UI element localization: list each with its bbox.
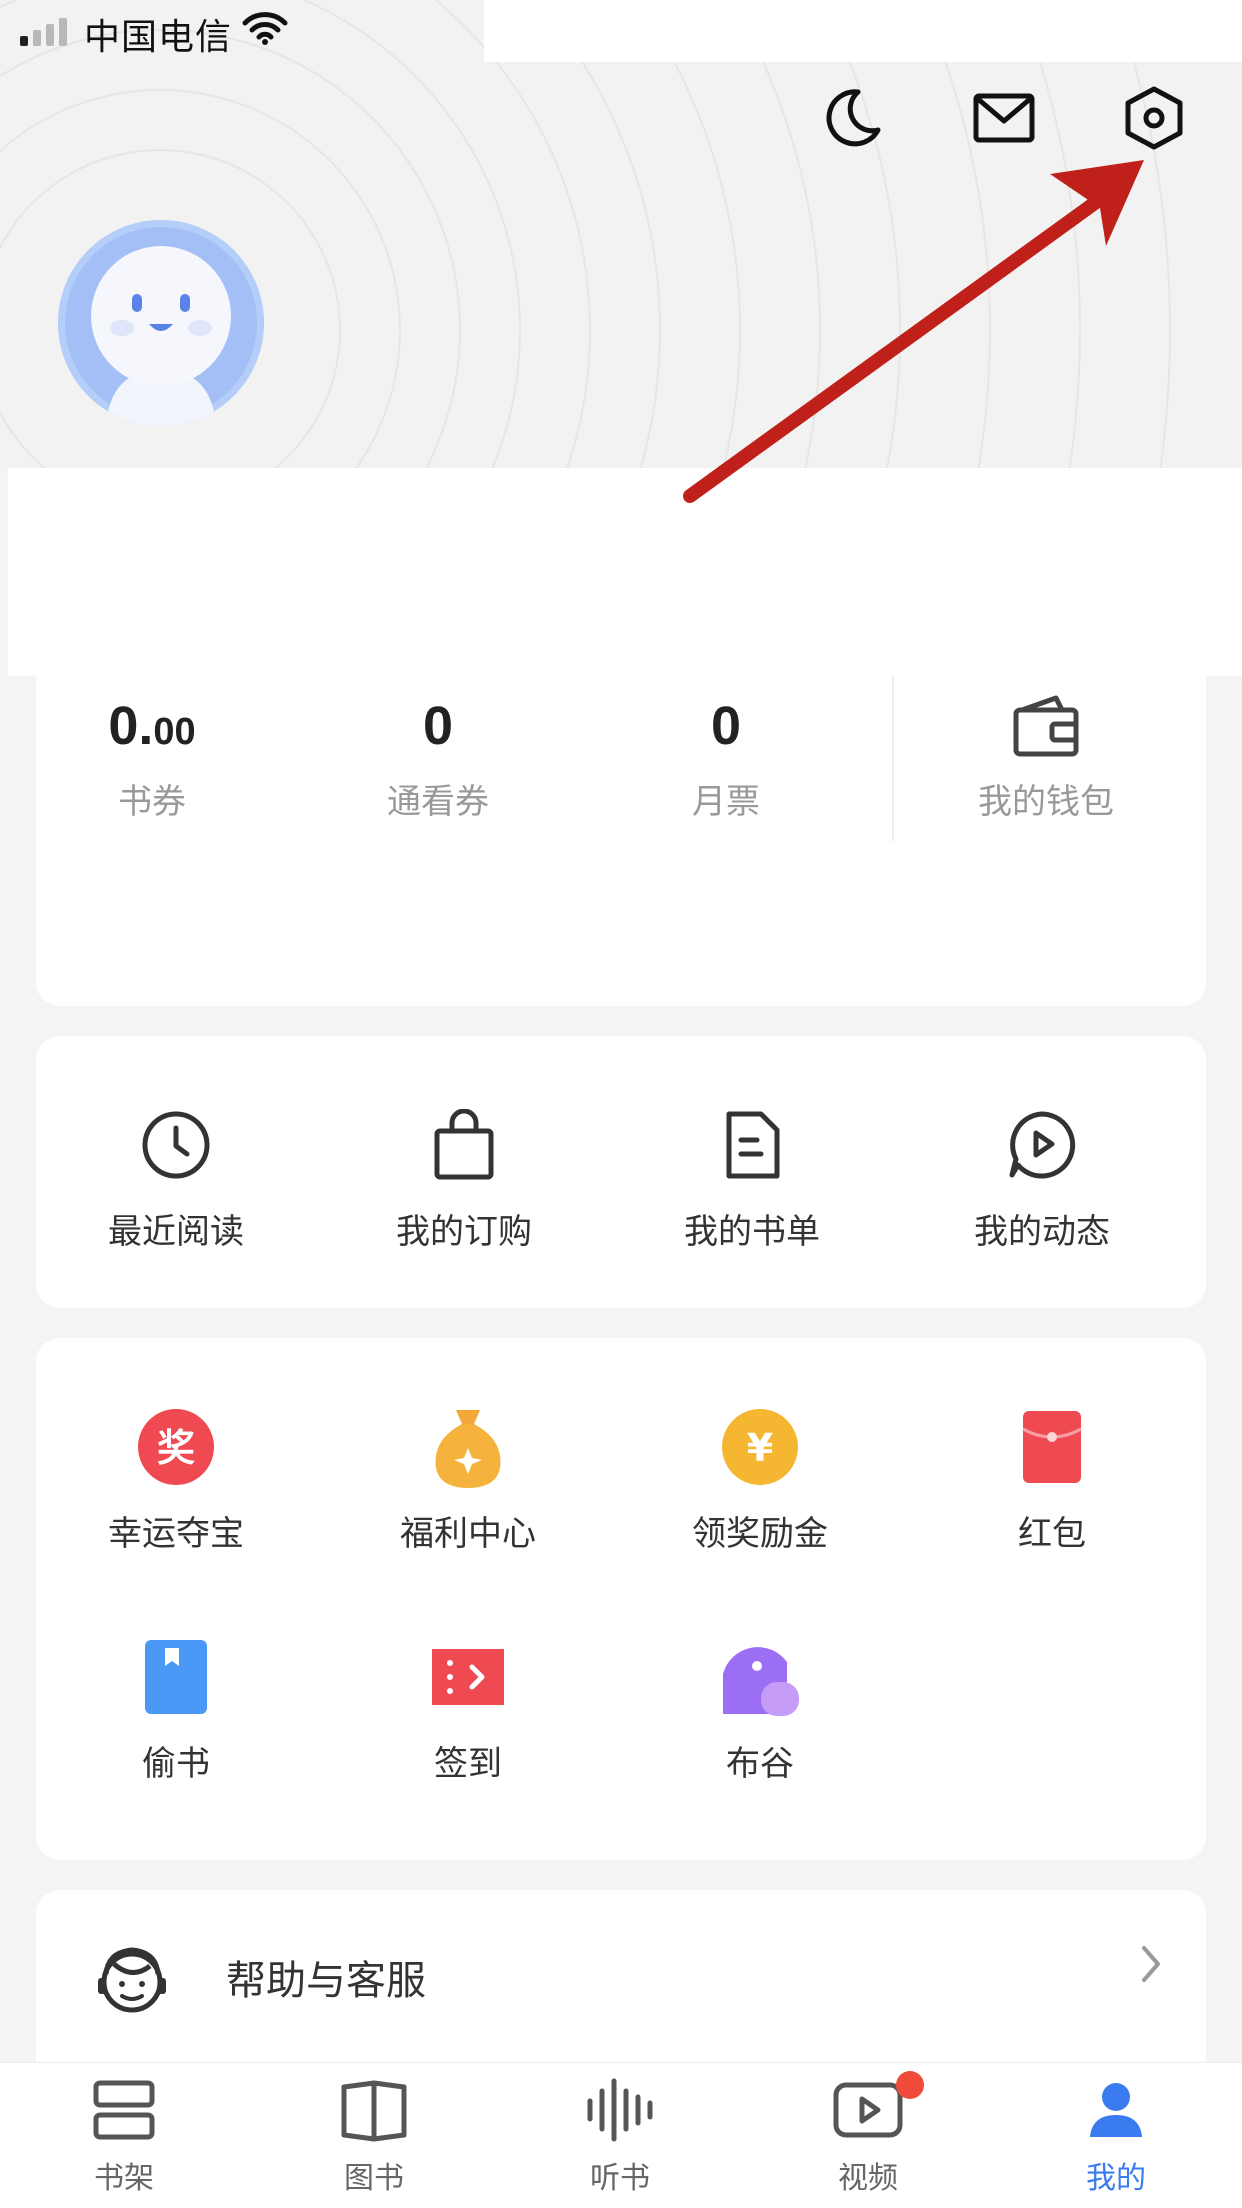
audio-wave-icon: [587, 2078, 653, 2142]
universal-ticket-stat[interactable]: 0 通看券: [318, 690, 558, 823]
stat-label: 通看券: [387, 782, 489, 822]
stat-label: 月票: [692, 782, 760, 822]
bag-icon: [434, 1109, 494, 1180]
stat-value: 0: [422, 696, 454, 756]
wallet-icon: [1013, 695, 1079, 757]
profile-info-area: [8, 468, 1242, 676]
tab-bookshelf[interactable]: 书架: [44, 2077, 204, 2197]
money-bag-icon: [435, 1410, 501, 1488]
stat-value: 0.: [108, 696, 154, 756]
monthly-ticket-stat[interactable]: 0 月票: [606, 690, 846, 823]
stat-value-small: 00: [153, 711, 196, 753]
yen-coin-icon: ¥: [722, 1409, 798, 1485]
wifi-icon: [242, 12, 288, 50]
action-label: 我的动态: [974, 1212, 1110, 1252]
help-card[interactable]: 帮助与客服: [36, 1890, 1206, 2090]
stats-divider: [892, 676, 894, 841]
voucher-stat[interactable]: 0.00 书券: [32, 690, 272, 823]
open-book-icon: [341, 2080, 407, 2142]
tab-label: 图书: [344, 2161, 404, 2196]
wallet-label: 我的钱包: [978, 782, 1114, 822]
stat-value: 0: [710, 696, 742, 756]
message-button[interactable]: [968, 82, 1040, 154]
action-label: 我的订购: [396, 1212, 532, 1252]
service-label: 偷书: [142, 1744, 210, 1784]
bookshelf-icon: [93, 2080, 155, 2140]
avatar-face-icon: [58, 220, 264, 426]
recent-reading-button[interactable]: 最近阅读: [36, 1102, 316, 1253]
service-label: 福利中心: [400, 1514, 536, 1554]
signal-icon: [20, 18, 67, 46]
profile-icon: [1090, 2083, 1142, 2137]
moon-icon: [826, 89, 881, 147]
tab-label: 书架: [94, 2161, 154, 2196]
action-label: 最近阅读: [108, 1212, 244, 1252]
tab-books[interactable]: 图书: [294, 2077, 454, 2197]
video-icon: [833, 2082, 903, 2138]
ticket-icon: [432, 1649, 504, 1705]
status-bar-mask: [484, 0, 1242, 62]
tab-label: 听书: [590, 2161, 650, 2196]
tab-label: 我的: [1086, 2161, 1146, 2196]
my-booklist-button[interactable]: 我的书单: [612, 1102, 892, 1253]
prize-icon: 奖: [138, 1409, 214, 1485]
welfare-center-button[interactable]: 福利中心: [328, 1404, 608, 1555]
service-label: 领奖励金: [692, 1514, 828, 1554]
my-orders-button[interactable]: 我的订购: [324, 1102, 604, 1253]
tab-profile[interactable]: 我的: [1036, 2077, 1196, 2197]
claim-bonus-button[interactable]: ¥ 领奖励金: [620, 1404, 900, 1555]
stats-card: 0.00 书券 0 通看券 0 月票 我的钱包: [36, 676, 1242, 1006]
carrier-name: 中国电信: [84, 17, 233, 58]
help-label: 帮助与客服: [226, 1958, 426, 2004]
notification-dot: [896, 2071, 924, 2099]
bugu-button[interactable]: 布谷: [620, 1634, 900, 1785]
action-label: 我的书单: [684, 1212, 820, 1252]
tab-bar: 书架 图书 听书 视频 我的: [0, 2062, 1242, 2208]
chevron-right-icon: [1136, 1942, 1166, 1990]
svg-text:¥: ¥: [747, 1426, 773, 1470]
check-in-button[interactable]: 签到: [328, 1634, 608, 1785]
red-envelope-button[interactable]: 红包: [912, 1404, 1192, 1555]
service-label: 红包: [1018, 1514, 1086, 1554]
svg-text:奖: 奖: [157, 1426, 195, 1470]
tab-video[interactable]: 视频: [788, 2071, 948, 2197]
hexagon-gear-icon: [1125, 86, 1183, 150]
night-mode-button[interactable]: [816, 82, 888, 154]
bird-icon: [723, 1647, 799, 1716]
wallet-button[interactable]: 我的钱包: [926, 690, 1166, 823]
stat-label: 书券: [118, 782, 186, 822]
services-card: 奖 幸运夺宝 福利中心 ¥ 领奖励金 红包 偷书 签到 布谷: [36, 1338, 1206, 1860]
lucky-draw-button[interactable]: 奖 幸运夺宝: [36, 1404, 316, 1555]
mail-icon: [973, 93, 1035, 143]
customer-service-icon: [92, 1940, 172, 2024]
quick-actions-card: 最近阅读 我的订购 我的书单 我的动态: [36, 1036, 1206, 1308]
settings-button[interactable]: [1118, 82, 1190, 154]
play-bubble-icon: [1009, 1111, 1076, 1179]
avatar[interactable]: [58, 220, 264, 426]
red-envelope-icon: [1022, 1411, 1082, 1483]
service-label: 布谷: [726, 1744, 794, 1784]
service-label: 幸运夺宝: [108, 1514, 244, 1554]
service-label: 签到: [434, 1744, 502, 1784]
my-feed-button[interactable]: 我的动态: [902, 1102, 1182, 1253]
book-icon: [145, 1640, 207, 1714]
clock-icon: [142, 1111, 210, 1179]
steal-book-button[interactable]: 偷书: [36, 1634, 316, 1785]
tab-label: 视频: [838, 2161, 898, 2196]
tab-audiobooks[interactable]: 听书: [540, 2077, 700, 2197]
document-icon: [726, 1111, 780, 1179]
